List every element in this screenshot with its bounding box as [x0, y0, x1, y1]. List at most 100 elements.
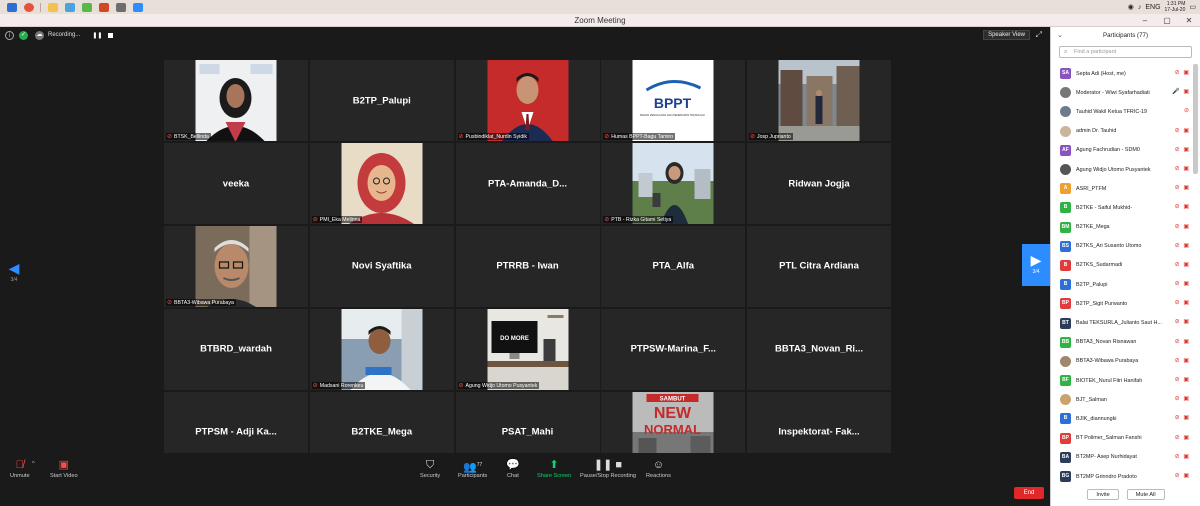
participant-tile[interactable]: PTPSW-Marina_F... [601, 308, 746, 391]
avatar: B [1060, 279, 1071, 291]
app-icon[interactable] [82, 2, 92, 12]
powerpoint-icon[interactable] [99, 2, 109, 12]
chat-label: Chat [506, 473, 519, 479]
unmute-button[interactable]: 🎙̸ Unmute [10, 457, 30, 479]
network-icon[interactable]: ◉ [1128, 3, 1134, 11]
volume-icon[interactable]: ♪ [1138, 4, 1142, 11]
participant-tile[interactable]: PTRRB - Iwan [455, 225, 600, 308]
participant-display-name: veeka [222, 178, 250, 190]
participant-tile[interactable]: ⊘ BBTA3-Wibawa Purabaya [164, 225, 308, 308]
participant-row[interactable]: B B2TKE - Saiful Mukhid- ⊘ ▣ [1051, 198, 1194, 217]
participant-row[interactable]: A ASRI_PTFM ⊘ ▣ [1051, 179, 1194, 198]
participant-search-input[interactable]: ⌕ Find a participant [1059, 46, 1192, 58]
reactions-label: Reactions [646, 473, 671, 479]
panel-title: Participants (77) [1102, 32, 1149, 39]
participant-row[interactable]: Tauhid Wakil Ketua TFRIC-19 ⊘ [1051, 102, 1194, 121]
participant-row[interactable]: SA Septa Adi (Host, me) ⊘ ▣ [1051, 64, 1194, 83]
chart-icon[interactable] [65, 2, 75, 12]
participant-row[interactable]: AF Agung Fachrudian - SDM0 ⊘ ▣ [1051, 141, 1194, 160]
participant-tile[interactable]: veeka [164, 142, 308, 225]
participants-button[interactable]: 👥77 Participants [458, 457, 487, 479]
language-indicator[interactable]: ENG [1145, 4, 1160, 11]
participant-tile[interactable]: PTL Citra Ardiana [747, 225, 891, 308]
participant-row[interactable]: BJT_Salman ⊘ ▣ [1051, 390, 1194, 409]
participant-tile[interactable]: DO MORE ⊘ Agung Widjo Utomo Pusyantek [455, 308, 600, 391]
info-icon[interactable]: i [5, 30, 14, 40]
close-icon[interactable]: ✕ [1178, 14, 1200, 27]
participant-list: SA Septa Adi (Host, me) ⊘ ▣ Moderator - Wiw… [1051, 64, 1194, 482]
participant-row[interactable]: Agung Widjo Utomo Pusyantek ⊘ ▣ [1051, 160, 1194, 179]
participant-row[interactable]: BP B2TP_Sigit Purwanto ⊘ ▣ [1051, 294, 1194, 313]
avatar: BF [1060, 375, 1071, 387]
participant-tile[interactable]: ⊘ PMI_Eka Melinna [309, 142, 454, 225]
participant-row[interactable]: BB BBTA3_Novan Risnawan ⊘ ▣ [1051, 333, 1194, 352]
participant-tile[interactable]: ⊘ Pusbindiklat_Nurdin Syidik [455, 60, 600, 142]
participant-row[interactable]: BP BT Polimer_Salman Fanshi ⊘ ▣ [1051, 429, 1194, 448]
participant-row[interactable]: B BJIK_diannungki ⊘ ▣ [1051, 409, 1194, 428]
speaker-view-button[interactable]: Speaker View [983, 30, 1030, 40]
participant-name: Agung Widjo Utomo Pusyantek [1076, 166, 1151, 173]
security-button[interactable]: ⛉ Security [420, 457, 440, 479]
zoom-icon[interactable] [133, 2, 143, 12]
participant-tile[interactable]: PTA_Alfa [601, 225, 746, 308]
stop-icon[interactable] [108, 32, 114, 38]
participant-tile[interactable]: BBTA3_Novan_Ri... [747, 308, 891, 391]
shield-icon[interactable]: ✓ [19, 30, 28, 40]
participant-row[interactable]: Moderator - Wiwi Syafarhadiati 🎤 ▣ [1051, 83, 1194, 102]
chat-button[interactable]: 💬 Chat [506, 457, 520, 479]
participant-name: Agung Fachrudian - SDM0 [1076, 147, 1140, 154]
participant-name: BT Polimer_Salman Fanshi [1076, 435, 1142, 442]
mute-all-button[interactable]: Mute All [1126, 489, 1165, 500]
end-meeting-button[interactable]: End [1014, 487, 1044, 499]
participant-tile[interactable]: Ridwan Jogja [747, 142, 891, 225]
minimize-icon[interactable]: – [1134, 14, 1156, 27]
participant-tile[interactable]: ⊘ Josp Juprianto [747, 60, 891, 142]
participant-label-text: Pusbindiklat_Nurdin Syidik [465, 133, 527, 140]
audio-options-caret[interactable]: ^ [32, 461, 35, 467]
notification-icon[interactable]: ▭ [1189, 3, 1196, 11]
participant-row[interactable]: admin Dr. Tauhid ⊘ ▣ [1051, 122, 1194, 141]
folder-icon[interactable] [48, 2, 58, 12]
participant-row[interactable]: BS B2TKS_Ari Susanto Utomo ⊘ ▣ [1051, 237, 1194, 256]
participant-tile[interactable]: B2TP_Palupi [309, 60, 454, 142]
pause-stop-icon: ❚❚ ■ [593, 459, 623, 471]
participant-row[interactable]: BF BIOTEK_Nurul Fitri Hanifah ⊘ ▣ [1051, 371, 1194, 390]
participant-row[interactable]: B B2TKS_Sudarmadi ⊘ ▣ [1051, 256, 1194, 275]
participant-tile[interactable]: Novi Syaftika [309, 225, 454, 308]
participant-tile[interactable]: PTA-Amanda_D... [455, 142, 600, 225]
participant-name: BT2MP- Asep Nurhidayat [1076, 454, 1137, 461]
participant-display-name: PTRRB - Iwan [496, 260, 559, 272]
participant-video [195, 225, 277, 308]
participant-row[interactable]: B B2TP_Palupi ⊘ ▣ [1051, 275, 1194, 294]
chevron-down-icon[interactable]: ⌄ [1057, 27, 1063, 44]
participant-video [778, 60, 860, 142]
participant-tile[interactable]: ⊘ Madsani Rorenkeu [309, 308, 454, 391]
participant-name: BJIK_diannungki [1076, 415, 1117, 422]
reactions-button[interactable]: ☺ Reactions [646, 457, 671, 479]
mic-video-muted-icon: ⊘ ▣ [1174, 338, 1190, 345]
chrome-icon[interactable] [24, 2, 34, 12]
participant-tile[interactable]: BPPT BADAN PENGKAJIAN DAN PENERAPAN TEKNO… [601, 60, 746, 142]
participant-tile[interactable]: ⊘ PTB - Rizka Gitami Setiya [601, 142, 746, 225]
participant-row[interactable]: BT Balai TEKSURLA_Julianto Saut H... ⊘ ▣ [1051, 313, 1194, 332]
maximize-icon[interactable]: ▢ [1156, 14, 1178, 27]
participant-list-scrollbar[interactable] [1193, 64, 1198, 174]
participant-row[interactable]: BA BT2MP- Asep Nurhidayat ⊘ ▣ [1051, 448, 1194, 467]
participant-tile[interactable]: BTBRD_wardah [164, 308, 308, 391]
participant-row[interactable]: BG BT2MP Grinndro Pradoto ⊘ ▣ [1051, 467, 1194, 482]
start-video-button[interactable]: ▣ Start Video [50, 457, 78, 479]
previous-page-button[interactable]: ◀ 3/4 [3, 260, 25, 292]
pause-icon[interactable]: ❚❚ [92, 32, 102, 39]
participant-row[interactable]: BBTA3-Wibawa Purabaya ⊘ ▣ [1051, 352, 1194, 371]
fullscreen-icon[interactable]: ⤢ [1036, 30, 1042, 40]
pause-stop-recording-button[interactable]: ❚❚ ■ Pause/Stop Recording [580, 457, 636, 479]
participant-row[interactable]: BM B2TKE_Mega ⊘ ▣ [1051, 218, 1194, 237]
next-page-button[interactable]: ▶ 3/4 [1022, 244, 1050, 286]
participant-tile[interactable]: ⊘ BTSK_Bellinda [164, 60, 308, 142]
app-icon[interactable] [116, 2, 126, 12]
avatar: BP [1060, 298, 1071, 310]
explorer-icon[interactable] [7, 2, 17, 12]
invite-button[interactable]: Invite [1087, 489, 1119, 500]
share-screen-button[interactable]: ⬆ Share Screen [537, 457, 571, 479]
clock[interactable]: 1:31 PM 17-Jul-20 [1165, 1, 1186, 13]
